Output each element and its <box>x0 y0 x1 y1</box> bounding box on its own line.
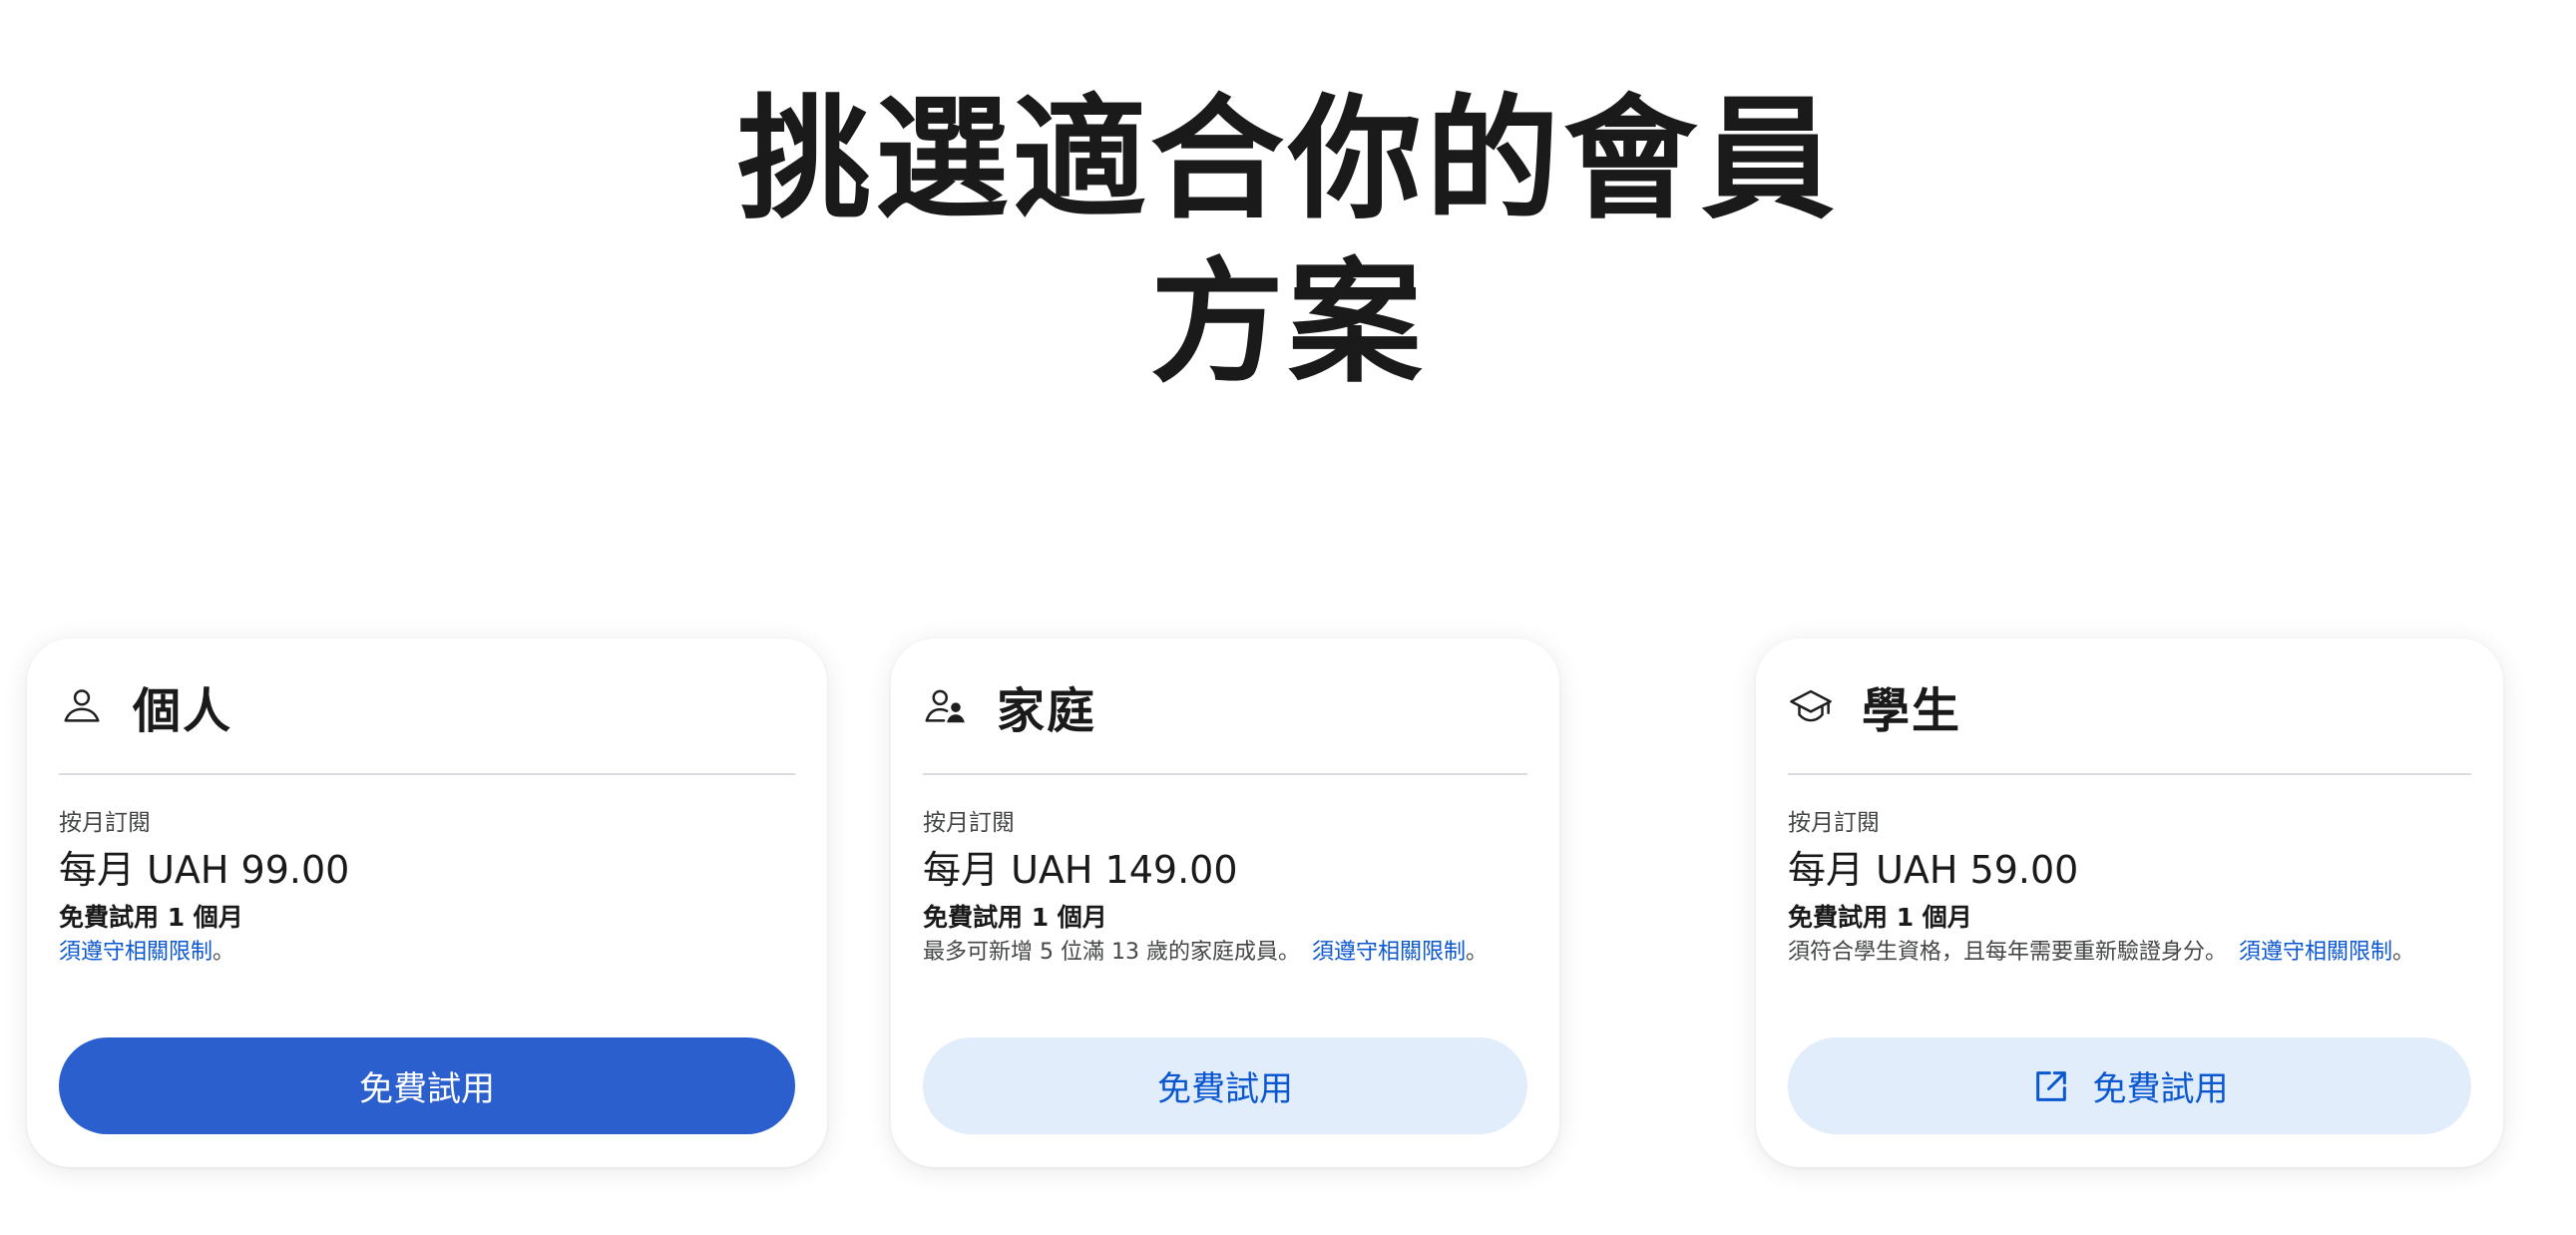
free-trial-button-family[interactable]: 免費試用 <box>923 1037 1527 1134</box>
free-trial-button-label: 免費試用 <box>1157 1069 1293 1109</box>
plan-card-header: 學生 <box>1788 638 2471 775</box>
free-trial-button-student[interactable]: 免費試用 <box>1788 1037 2471 1134</box>
plan-note: 須符合學生資格，且每年需要重新驗證身分。 須遵守相關限制。 <box>1788 936 2471 970</box>
plan-card-body: 按月訂閱 每月 UAH 59.00 免費試用 1 個月 須符合學生資格，且每年需… <box>1788 808 2471 970</box>
page-title-line-2: 方案 <box>1149 245 1426 401</box>
free-trial-button-label: 免費試用 <box>359 1069 495 1109</box>
plan-price: 每月 UAH 99.00 <box>59 848 350 892</box>
plan-card-body: 按月訂閱 每月 UAH 149.00 免費試用 1 個月 最多可新增 5 位滿 … <box>923 808 1527 970</box>
person-icon <box>64 688 100 722</box>
free-trial-button-label: 免費試用 <box>2092 1069 2229 1109</box>
plan-price: 每月 UAH 149.00 <box>923 848 1238 892</box>
page-title-line-1: 挑選適合你的會員 <box>736 82 1839 237</box>
plan-card-student: 學生 按月訂閱 每月 UAH 59.00 免費試用 1 個月 須符合學生資格，且… <box>1756 638 2503 1167</box>
plan-note-text: 須符合學生資格，且每年需要重新驗證身分。 <box>1788 940 2228 965</box>
open-in-new-icon <box>2035 1070 2066 1101</box>
note-end: 。 <box>1465 940 1488 965</box>
plan-name: 家庭 <box>997 682 1097 739</box>
page-title: 挑選適合你的會員 方案 <box>0 78 2576 405</box>
trial-info: 免費試用 1 個月 <box>923 903 1107 932</box>
plan-card-family: 家庭 按月訂閱 每月 UAH 149.00 免費試用 1 個月 最多可新增 5 … <box>891 638 1559 1167</box>
free-trial-button-individual[interactable]: 免費試用 <box>59 1037 795 1134</box>
note-end: 。 <box>213 940 235 965</box>
plans-page: 挑選適合你的會員 方案 個人 按月訂閱 每月 UAH 99.00 免費試用 1 … <box>0 0 2576 1235</box>
plan-name: 學生 <box>1862 682 1962 739</box>
restrictions-link[interactable]: 須遵守相關限制 <box>59 940 213 965</box>
plan-card-individual: 個人 按月訂閱 每月 UAH 99.00 免費試用 1 個月 須遵守相關限制。 … <box>27 638 827 1167</box>
plan-note-text: 最多可新增 5 位滿 13 歲的家庭成員。 <box>923 940 1300 965</box>
restrictions-link[interactable]: 須遵守相關限制 <box>2239 940 2392 965</box>
plan-note: 須遵守相關限制。 <box>59 936 795 970</box>
plan-note: 最多可新增 5 位滿 13 歲的家庭成員。 須遵守相關限制。 <box>923 936 1527 970</box>
trial-info: 免費試用 1 個月 <box>59 903 243 932</box>
plan-card-header: 家庭 <box>923 638 1527 775</box>
billing-label: 按月訂閱 <box>59 810 151 836</box>
family-icon <box>925 689 965 722</box>
plan-card-header: 個人 <box>59 638 795 775</box>
plan-name: 個人 <box>133 682 233 739</box>
note-end: 。 <box>2392 940 2415 965</box>
plan-card-body: 按月訂閱 每月 UAH 99.00 免費試用 1 個月 須遵守相關限制。 <box>59 808 795 970</box>
restrictions-link[interactable]: 須遵守相關限制 <box>1312 940 1466 965</box>
billing-label: 按月訂閱 <box>1788 810 1880 836</box>
graduation-cap-icon <box>1790 689 1832 721</box>
plan-price: 每月 UAH 59.00 <box>1788 848 2079 892</box>
billing-label: 按月訂閱 <box>923 810 1015 836</box>
trial-info: 免費試用 1 個月 <box>1788 903 1972 932</box>
